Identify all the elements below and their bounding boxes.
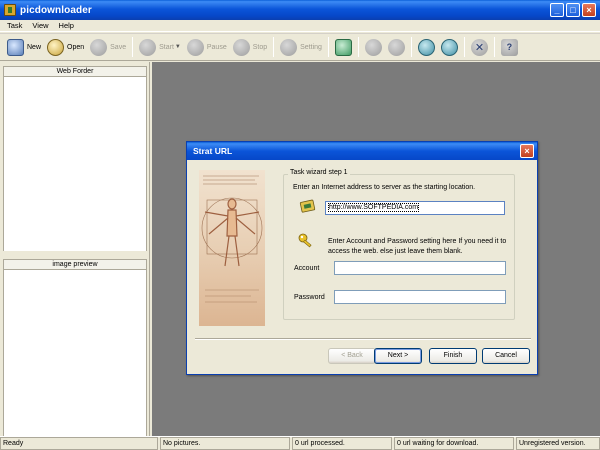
task-wizard-title: Task wizard step 1 <box>288 169 350 176</box>
toolbar: New Open Save Start ▼ Pause Stop Setting <box>0 33 600 61</box>
save-icon <box>90 38 108 56</box>
menu-bar: Task View Help <box>0 20 600 32</box>
setting-label: Setting <box>300 43 322 51</box>
account-note-line2: access the web. else just leave them bla… <box>328 248 463 255</box>
status-bar: Ready No pictures. 0 url processed. 0 ur… <box>0 436 600 450</box>
new-task-icon <box>7 38 24 56</box>
options2-button[interactable] <box>385 36 408 58</box>
toolbar-separator <box>132 37 134 57</box>
new-button[interactable]: New <box>4 36 44 58</box>
pause-icon <box>186 38 204 56</box>
toolbar-separator <box>463 37 465 57</box>
maximize-button[interactable]: □ <box>566 3 580 17</box>
pause-label: Pause <box>206 43 227 51</box>
start-url-dialog: Strat URL × Task wizard step 1 Enter an … <box>186 141 538 375</box>
toolbar-separator <box>327 37 329 57</box>
new-label: New <box>27 43 42 51</box>
window-controls: _ □ × <box>550 3 596 17</box>
left-pane: Web Forder image preview <box>0 62 150 436</box>
menu-task[interactable]: Task <box>2 21 27 30</box>
search-icon <box>334 38 352 56</box>
toolbar-separator <box>273 37 275 57</box>
help-button[interactable]: ? <box>498 36 521 58</box>
pause-button[interactable]: Pause <box>184 36 230 58</box>
status-registration: Unregistered version. <box>516 437 600 450</box>
url-input[interactable]: http://www.SOFTPEDIA.com <box>325 201 505 215</box>
url-value: http://www.SOFTPEDIA.com <box>327 203 420 212</box>
web-folder-header: Web Forder <box>3 66 147 77</box>
start-dropdown-icon[interactable]: ▼ <box>175 44 181 50</box>
open-folder-icon <box>47 38 65 56</box>
start-button[interactable]: Start ▼ <box>136 36 184 58</box>
minus-icon <box>417 38 435 56</box>
options2-icon <box>387 38 405 56</box>
cancel-button[interactable]: Cancel <box>482 348 530 364</box>
finish-button[interactable]: Finish <box>429 348 477 364</box>
status-ready: Ready <box>0 437 158 450</box>
open-label: Open <box>67 43 85 51</box>
save-button[interactable]: Save <box>87 36 129 58</box>
open-button[interactable]: Open <box>44 36 87 58</box>
url-instruction: Enter an Internet address to server as t… <box>293 184 476 191</box>
toolbar-separator <box>493 37 495 57</box>
account-input[interactable] <box>334 261 506 275</box>
options-button[interactable] <box>362 36 385 58</box>
app-icon <box>4 4 16 16</box>
setting-icon <box>280 38 298 56</box>
close-button[interactable]: × <box>582 3 596 17</box>
dialog-close-button[interactable]: × <box>520 144 534 158</box>
setting-button[interactable]: Setting <box>277 36 325 58</box>
remove-icon <box>440 38 458 56</box>
options-icon <box>364 38 382 56</box>
menu-help[interactable]: Help <box>54 21 79 30</box>
web-folder-tree[interactable] <box>3 77 147 251</box>
save-label: Save <box>110 43 127 51</box>
status-waiting: 0 url waiting for download. <box>394 437 514 450</box>
back-button[interactable]: < Back <box>328 348 376 364</box>
remove-button[interactable] <box>438 36 461 58</box>
image-preview-header: image preview <box>3 259 147 270</box>
dialog-separator <box>195 338 531 340</box>
title-bar: picdownloader _ □ × <box>0 0 600 20</box>
dialog-title: Strat URL <box>193 146 233 156</box>
vitruvian-man-image <box>199 170 265 326</box>
help-icon: ? <box>500 38 518 56</box>
exit-button[interactable]: ✕ <box>468 36 491 58</box>
dialog-title-bar: Strat URL × <box>187 142 537 160</box>
status-pictures: No pictures. <box>160 437 290 450</box>
status-processed: 0 url processed. <box>292 437 392 450</box>
account-label: Account <box>294 265 320 272</box>
toolbar-separator <box>357 37 359 57</box>
window-title: picdownloader <box>20 4 92 16</box>
password-label: Password <box>294 294 325 301</box>
minus-button[interactable] <box>415 36 438 58</box>
toolbar-separator <box>410 37 412 57</box>
stop-icon <box>232 38 250 56</box>
stop-button[interactable]: Stop <box>230 36 270 58</box>
account-note-line1: Enter Account and Password setting here … <box>328 238 507 245</box>
start-label: Start <box>159 43 174 51</box>
image-preview-area <box>3 270 147 436</box>
minimize-button[interactable]: _ <box>550 3 564 17</box>
stop-label: Stop <box>252 43 268 51</box>
next-button[interactable]: Next > <box>374 348 422 364</box>
web-page-icon <box>299 198 317 214</box>
key-icon <box>297 232 315 248</box>
search-button[interactable] <box>332 36 355 58</box>
menu-view[interactable]: View <box>27 21 53 30</box>
close-x-icon: ✕ <box>470 38 488 56</box>
password-input[interactable] <box>334 290 506 304</box>
start-icon <box>139 38 157 56</box>
